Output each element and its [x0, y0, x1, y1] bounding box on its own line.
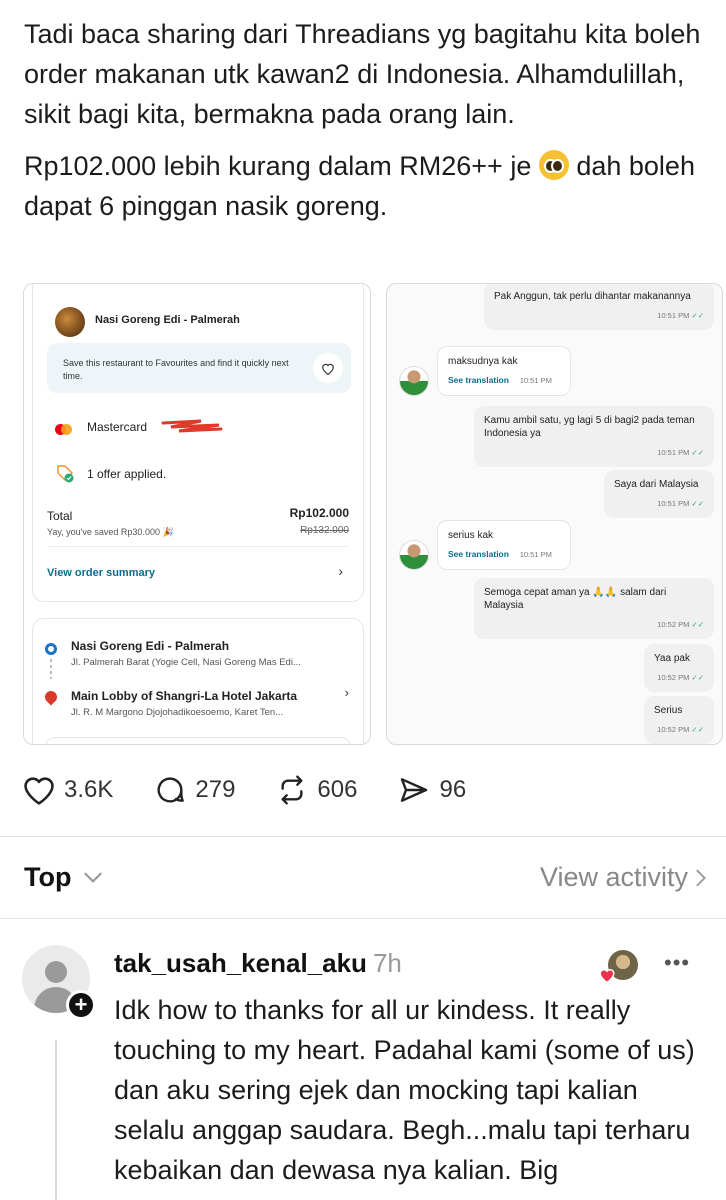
like-button[interactable]: 3.6K	[22, 774, 113, 806]
restaurant-thumbnail	[55, 307, 85, 337]
saved-text: Yay, you've saved Rp30.000 🎉	[47, 527, 174, 537]
delivery-route-card: Nasi Goreng Edi - Palmerah Jl. Palmerah …	[32, 618, 364, 744]
more-options-icon[interactable]: •••	[664, 950, 690, 976]
double-check-icon: ✓✓	[691, 620, 704, 629]
thread-line	[55, 1040, 57, 1200]
post-paragraph-2-part-a: Rp102.000 lebih kurang dalam RM26++ je	[24, 151, 539, 181]
repost-button[interactable]: 606	[275, 774, 357, 806]
restaurant-name: Nasi Goreng Edi - Palmerah	[95, 314, 240, 326]
reply-author[interactable]: tak_usah_kenal_aku 7h	[114, 948, 402, 979]
double-check-icon: ✓✓	[691, 725, 704, 734]
chat-message-time: 10:51 PM	[519, 376, 552, 385]
double-check-icon: ✓✓	[691, 448, 704, 457]
post-action-bar: 3.6K 279 606 96	[22, 770, 506, 810]
comment-icon	[157, 777, 185, 803]
chat-message-text: Pak Anggun, tak perlu dihantar makananny…	[494, 291, 691, 302]
chat-message-text: Saya dari Malaysia	[614, 479, 699, 490]
send-icon	[401, 778, 428, 802]
sort-dropdown[interactable]: Top	[24, 862, 71, 893]
pickup-name: Nasi Goreng Edi - Palmerah	[71, 639, 230, 653]
repost-icon	[281, 775, 303, 805]
chevron-down-icon[interactable]	[80, 864, 106, 890]
reply-count: 279	[195, 776, 236, 803]
dropoff-name: Main Lobby of Shangri-La Hotel Jakarta	[71, 689, 298, 703]
payment-method: Mastercard	[87, 420, 148, 434]
red-scribble-redaction	[161, 419, 223, 433]
post-paragraph-2: Rp102.000 lebih kurang dalam RM26++ je d…	[24, 146, 704, 226]
pickup-address: Jl. Palmerah Barat (Yogie Cell, Nasi Gor…	[71, 657, 301, 668]
post-body: Tadi baca sharing dari Threadians yg bag…	[24, 14, 704, 238]
chat-message-time: 10:52 PM	[657, 725, 690, 734]
like-count: 3.6K	[64, 776, 114, 803]
chat-message-time: 10:51 PM	[657, 499, 690, 508]
chat-message-text: Kamu ambil satu, yg lagi 5 di bagi2 pada…	[484, 415, 695, 439]
chevron-right-icon[interactable]	[690, 866, 712, 890]
chat-message-time: 10:51 PM	[519, 550, 552, 559]
chat-message-text: Serius	[654, 705, 683, 716]
heart-icon	[24, 777, 54, 805]
divider	[0, 836, 726, 837]
heart-filled-icon	[599, 969, 615, 984]
chat-bubble-out: Semoga cepat aman ya 🙏🙏 salam dari Malay…	[474, 578, 714, 639]
driver-avatar	[399, 540, 429, 570]
reply-username[interactable]: tak_usah_kenal_aku	[114, 948, 367, 978]
view-activity-link[interactable]: View activity	[540, 862, 688, 893]
dropoff-address: Jl. R. M Margono Djojohadikoesoemo, Kare…	[71, 707, 284, 718]
double-check-icon: ✓✓	[691, 499, 704, 508]
order-card: Nasi Goreng Edi - Palmerah Save this res…	[32, 284, 364, 602]
chat-message-time: 10:51 PM	[657, 448, 690, 457]
chat-bubble-out: Kamu ambil satu, yg lagi 5 di bagi2 pada…	[474, 406, 714, 467]
chat-message-text: Yaa pak	[654, 653, 690, 664]
route-line	[50, 659, 52, 679]
next-card-edge	[45, 737, 351, 744]
chat-bubble-out: Pak Anggun, tak perlu dihantar makananny…	[484, 284, 714, 330]
chat-message-time: 10:52 PM	[657, 620, 690, 629]
follow-plus-icon[interactable]: +	[66, 990, 96, 1020]
post-paragraph-1: Tadi baca sharing dari Threadians yg bag…	[24, 19, 701, 129]
total-amount: Rp102.000	[289, 506, 349, 520]
see-translation-link: See translation	[448, 375, 509, 385]
divider	[0, 918, 726, 919]
chat-message-time: 10:52 PM	[657, 673, 690, 682]
total-label: Total	[47, 509, 73, 523]
double-check-icon: ✓✓	[691, 311, 704, 320]
repost-count: 606	[317, 776, 358, 803]
heart-outline-icon	[313, 353, 343, 383]
pickup-dot-icon	[45, 643, 57, 655]
reply-timestamp: 7h	[372, 948, 402, 978]
reply-text: Idk how to thanks for all ur kindess. It…	[114, 995, 695, 1185]
mastercard-icon	[53, 421, 79, 437]
dropoff-pin-icon	[42, 688, 60, 706]
order-screenshot-image[interactable]: Nasi Goreng Edi - Palmerah Save this res…	[23, 283, 371, 745]
offer-applied: 1 offer applied.	[87, 467, 167, 481]
see-translation-link: See translation	[448, 549, 509, 559]
favourite-prompt: Save this restaurant to Favourites and f…	[47, 343, 351, 393]
favourite-text: Save this restaurant to Favourites and f…	[63, 358, 289, 381]
chat-message-text: maksudnya kak	[448, 356, 518, 367]
chevron-right-icon: ›	[338, 563, 343, 579]
reply-button[interactable]: 279	[153, 774, 235, 806]
chevron-right-icon: ›	[344, 685, 349, 700]
chat-bubble-out: Yaa pak 10:52 PM ✓✓	[644, 644, 714, 692]
chat-bubble-out: Saya dari Malaysia 10:51 PM ✓✓	[604, 470, 714, 518]
chat-message-time: 10:51 PM	[657, 311, 690, 320]
double-check-icon: ✓✓	[691, 673, 704, 682]
original-amount: Rp132.000	[300, 525, 349, 536]
chat-screenshot-image[interactable]: Pak Anggun, tak perlu dihantar makananny…	[386, 283, 723, 745]
share-count: 96	[439, 776, 467, 803]
view-order-summary-link: View order summary	[47, 567, 156, 579]
share-button[interactable]: 96	[397, 774, 466, 806]
offer-tag-icon	[57, 465, 74, 483]
chat-bubble-in: serius kak See translation 10:51 PM	[437, 520, 571, 570]
chat-bubble-out: Serius 10:52 PM ✓✓	[644, 696, 714, 744]
chat-bubble-in: maksudnya kak See translation 10:51 PM	[437, 346, 571, 396]
pleading-face-emoji-icon	[538, 150, 569, 180]
chat-message-text: Semoga cepat aman ya 🙏🙏 salam dari Malay…	[484, 587, 667, 611]
chat-message-text: serius kak	[448, 530, 494, 541]
divider	[47, 546, 349, 547]
driver-avatar	[399, 366, 429, 396]
